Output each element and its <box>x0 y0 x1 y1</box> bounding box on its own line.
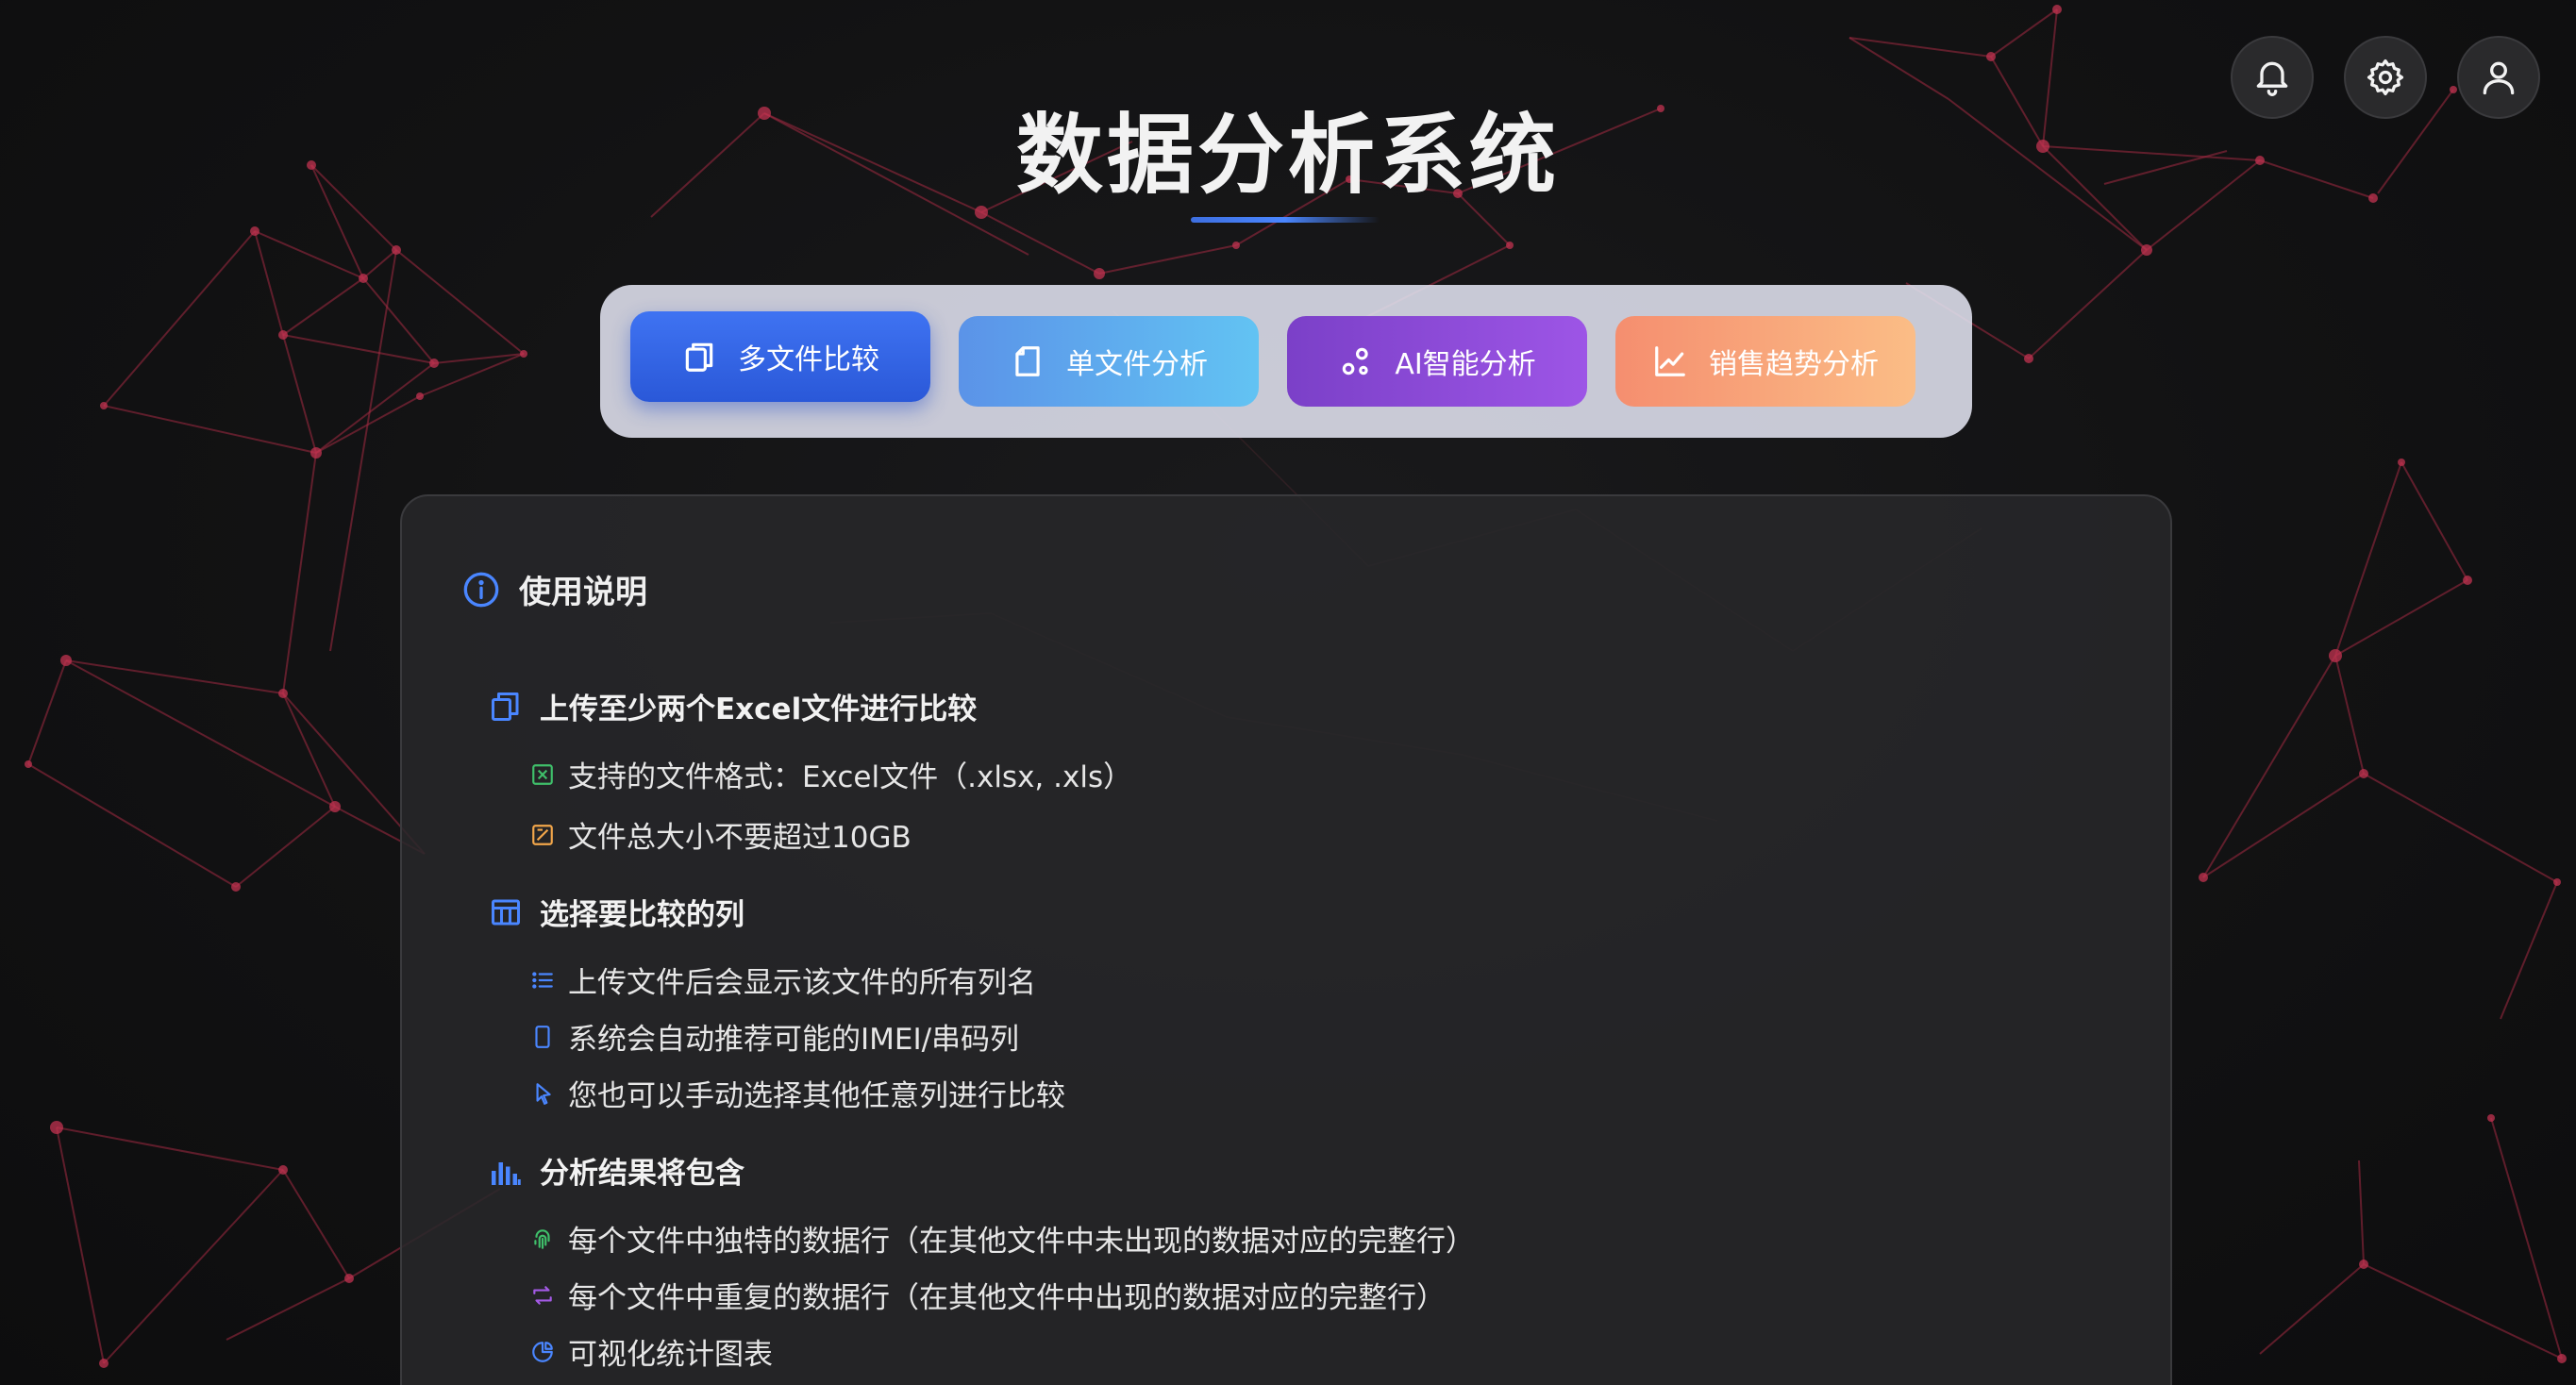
list-item: 支持的文件格式：Excel文件（.xlsx, .xls） <box>530 753 1132 795</box>
mobile-icon <box>535 1025 550 1048</box>
copy-icon <box>685 342 713 372</box>
section-heading: 选择要比较的列 <box>540 898 744 932</box>
page-title: 数据分析系统 <box>1015 105 1560 206</box>
card-title: 使用说明 <box>519 574 647 611</box>
instructions-card: 使用说明 上传至少两个Excel文件进行比较 支持的文件格式：Excel文件（.… <box>400 494 2172 1385</box>
list-icon <box>532 971 553 989</box>
list-item: 可视化统计图表 <box>530 1330 773 1373</box>
repeat-icon <box>533 1285 552 1305</box>
tab-label: AI智能分析 <box>1395 348 1536 381</box>
section-select-columns: 选择要比较的列 <box>489 891 744 933</box>
tab-label: 销售趋势分析 <box>1709 348 1879 381</box>
excel-file-icon <box>532 763 553 785</box>
tab-sales-trend-analysis[interactable]: 销售趋势分析 <box>1615 316 1915 407</box>
table-icon <box>492 899 520 925</box>
info-icon <box>463 572 499 607</box>
line-chart-icon <box>1655 346 1685 376</box>
title-underline <box>1191 217 1380 223</box>
pie-chart-icon <box>532 1341 553 1362</box>
list-item: 您也可以手动选择其他任意列进行比较 <box>530 1072 1065 1114</box>
section-heading: 上传至少两个Excel文件进行比较 <box>540 692 978 726</box>
tab-bar: 多文件比较 单文件分析 AI智能分析 销售趋势分析 <box>600 285 1972 438</box>
list-item: 每个文件中重复的数据行（在其他文件中出现的数据对应的完整行） <box>530 1274 1446 1316</box>
card-header: 使用说明 <box>462 566 647 612</box>
tab-label: 多文件比较 <box>738 343 879 376</box>
file-icon <box>1015 346 1040 376</box>
tab-label: 单文件分析 <box>1066 348 1208 381</box>
copy-icon <box>492 692 519 721</box>
list-item: 上传文件后会显示该文件的所有列名 <box>530 959 1036 1001</box>
tab-single-file-analysis[interactable]: 单文件分析 <box>959 316 1259 407</box>
list-item: 每个文件中独特的数据行（在其他文件中未出现的数据对应的完整行） <box>530 1217 1475 1260</box>
bar-chart-icon <box>492 1161 521 1185</box>
ai-nodes-icon <box>1343 347 1368 375</box>
pointer-icon <box>536 1082 551 1105</box>
fingerprint-icon <box>534 1228 550 1249</box>
app-window: 数据分析系统 多文件比较 单文件分析 AI智能分析 销售趋势分析 使用说明 上传… <box>0 0 2576 1385</box>
tab-multi-file-compare[interactable]: 多文件比较 <box>630 311 930 402</box>
tab-ai-analysis[interactable]: AI智能分析 <box>1287 316 1587 407</box>
file-size-icon <box>532 824 553 845</box>
list-item: 文件总大小不要超过10GB <box>530 813 912 856</box>
section-upload: 上传至少两个Excel文件进行比较 <box>489 685 977 727</box>
list-item: 系统会自动推荐可能的IMEI/串码列 <box>530 1015 1019 1058</box>
section-heading: 分析结果将包含 <box>540 1157 744 1191</box>
section-analysis-results: 分析结果将包含 <box>489 1149 744 1192</box>
